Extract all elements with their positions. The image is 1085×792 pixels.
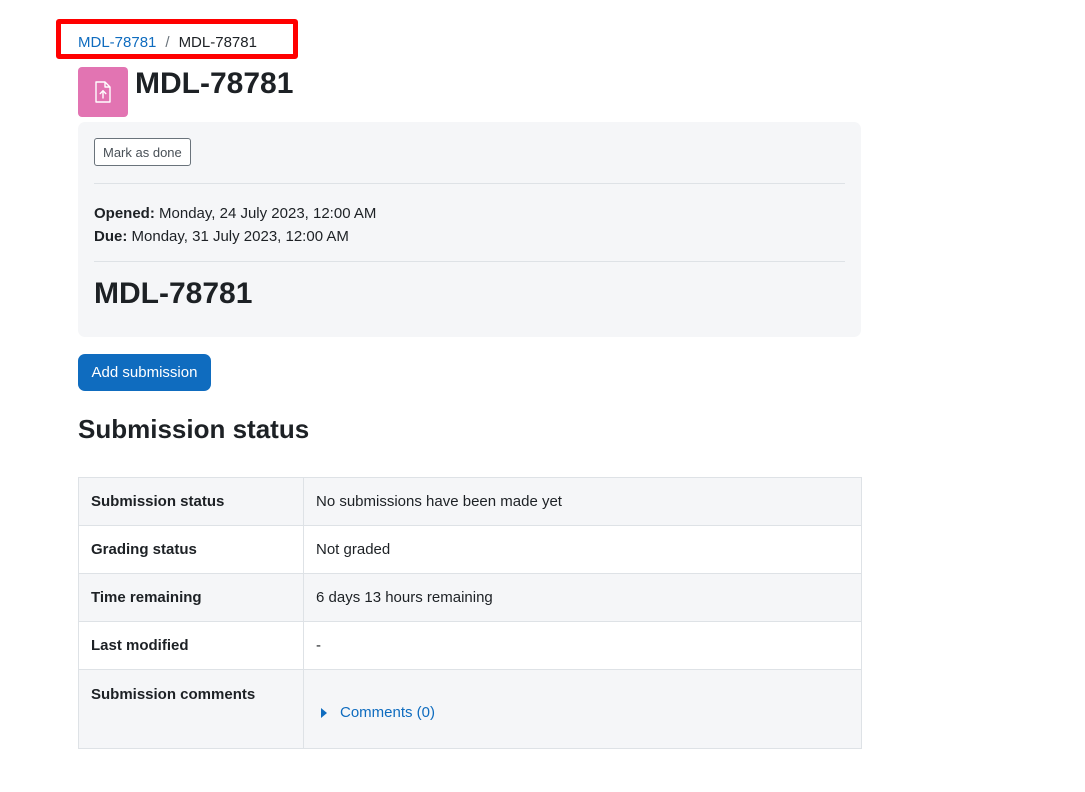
breadcrumb-separator: / xyxy=(165,34,170,51)
row-label: Submission comments xyxy=(78,669,304,749)
assignment-upload-icon xyxy=(78,67,128,117)
submission-status-table: Submission status No submissions have be… xyxy=(78,477,862,749)
row-label: Grading status xyxy=(78,525,304,574)
row-value: Not graded xyxy=(303,525,862,574)
table-row: Grading status Not graded xyxy=(78,525,862,574)
row-label: Last modified xyxy=(78,621,304,670)
due-date-row: Due: Monday, 31 July 2023, 12:00 AM xyxy=(94,225,376,248)
table-row: Last modified - xyxy=(78,621,862,670)
due-value: Monday, 31 July 2023, 12:00 AM xyxy=(131,228,349,245)
caret-right-icon xyxy=(321,707,327,718)
opened-date-row: Opened: Monday, 24 July 2023, 12:00 AM xyxy=(94,202,376,225)
add-submission-button[interactable]: Add submission xyxy=(78,354,211,391)
submission-status-heading: Submission status xyxy=(78,414,310,444)
row-label: Time remaining xyxy=(78,573,304,622)
opened-value: Monday, 24 July 2023, 12:00 AM xyxy=(159,205,377,222)
breadcrumb-current: MDL-78781 xyxy=(178,34,257,51)
divider xyxy=(94,261,845,262)
breadcrumb-link-course[interactable]: MDL-78781 xyxy=(78,34,156,52)
row-value: Comments (0) xyxy=(303,669,862,749)
comments-link-label: Comments (0) xyxy=(340,704,436,722)
divider xyxy=(94,183,845,184)
activity-info-panel: Mark as done Opened: Monday, 24 July 202… xyxy=(78,122,861,337)
breadcrumb: MDL-78781 / MDL-78781 xyxy=(78,34,257,52)
row-value: - xyxy=(303,621,862,670)
page-title: MDL-78781 xyxy=(135,67,294,100)
table-row: Time remaining 6 days 13 hours remaining xyxy=(78,573,862,622)
activity-dates: Opened: Monday, 24 July 2023, 12:00 AM D… xyxy=(94,202,376,248)
row-value: 6 days 13 hours remaining xyxy=(303,573,862,622)
table-row: Submission comments Comments (0) xyxy=(78,669,862,749)
row-label: Submission status xyxy=(78,477,304,526)
opened-label: Opened: xyxy=(94,205,155,222)
mark-as-done-button[interactable]: Mark as done xyxy=(94,138,191,166)
activity-intro-title: MDL-78781 xyxy=(94,277,253,310)
table-row: Submission status No submissions have be… xyxy=(78,477,862,526)
assignment-page: MDL-78781 / MDL-78781 MDL-78781 Mark as … xyxy=(0,0,1085,792)
due-label: Due: xyxy=(94,228,128,245)
row-value: No submissions have been made yet xyxy=(303,477,862,526)
comments-toggle[interactable]: Comments (0) xyxy=(316,696,435,721)
